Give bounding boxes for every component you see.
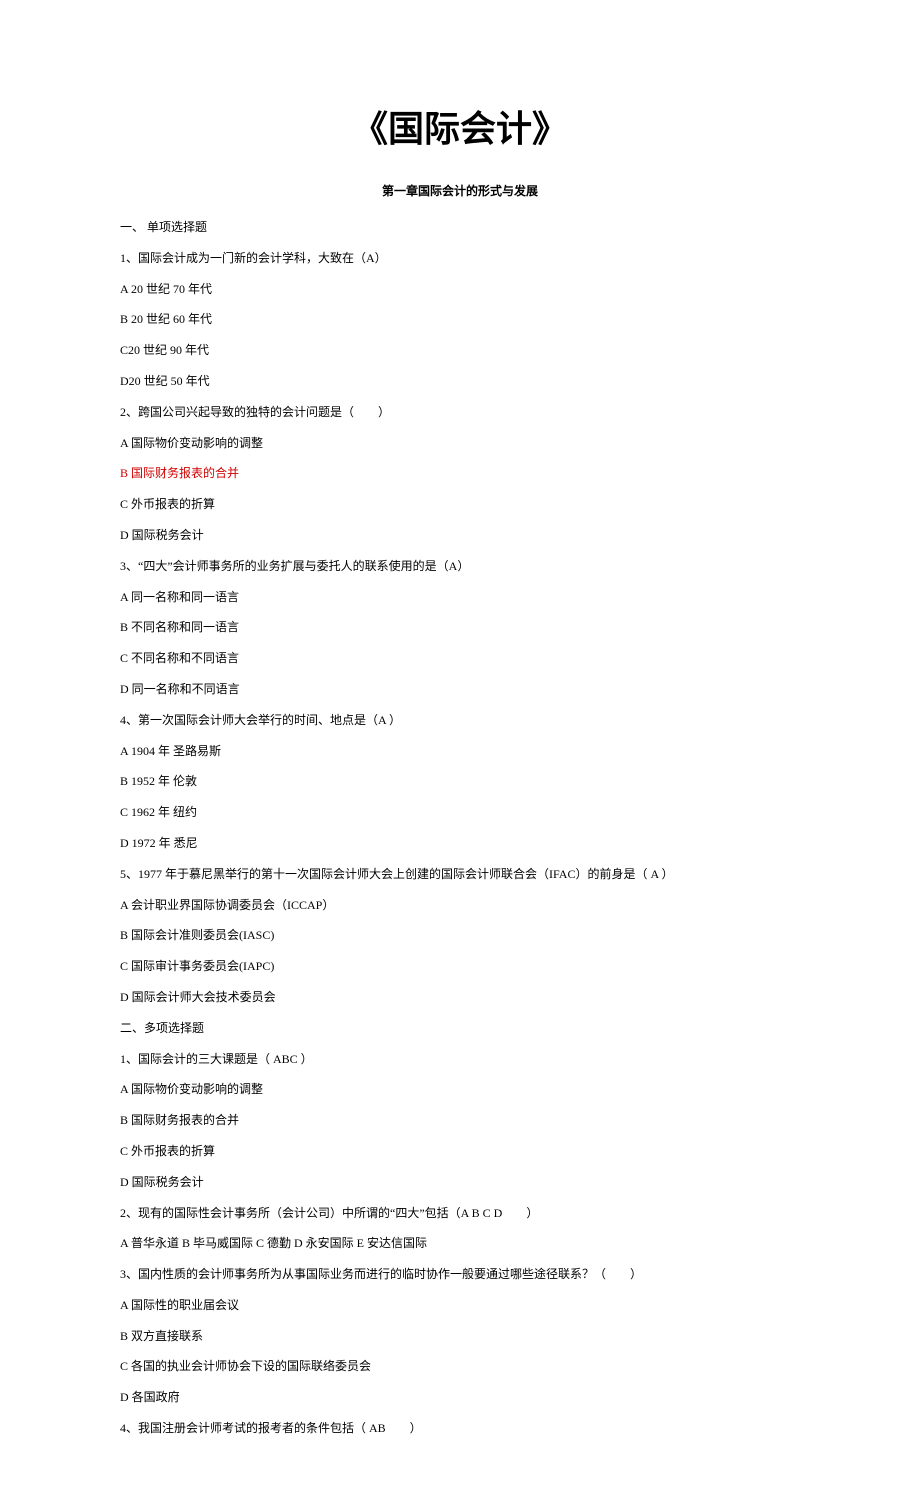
text-line: C 各国的执业会计师协会下设的国际联络委员会	[120, 1358, 800, 1375]
text-line: A 普华永道 B 毕马威国际 C 德勤 D 永安国际 E 安达信国际	[120, 1235, 800, 1252]
text-line: A 国际性的职业届会议	[120, 1297, 800, 1314]
text-line: 5、1977 年于慕尼黑举行的第十一次国际会计师大会上创建的国际会计师联合会（I…	[120, 866, 800, 883]
text-line: 2、现有的国际性会计事务所（会计公司）中所谓的“四大”包括（A B C D ）	[120, 1205, 800, 1222]
text-line: B 不同名称和同一语言	[120, 619, 800, 636]
text-line: A 国际物价变动影响的调整	[120, 1081, 800, 1098]
text-line: C 外币报表的折算	[120, 496, 800, 513]
text-line: C20 世纪 90 年代	[120, 342, 800, 359]
text-line: 4、第一次国际会计师大会举行的时间、地点是（A ）	[120, 712, 800, 729]
document-page: 《国际会计》 第一章国际会计的形式与发展 一、 单项选择题 1、国际会计成为一门新…	[0, 0, 920, 1511]
text-line: C 不同名称和不同语言	[120, 650, 800, 667]
text-line: 一、 单项选择题	[120, 219, 800, 236]
chapter-heading: 第一章国际会计的形式与发展	[120, 182, 800, 199]
text-line: 1、国际会计的三大课题是（ ABC ）	[120, 1051, 800, 1068]
text-line: A 同一名称和同一语言	[120, 589, 800, 606]
text-line: A 1904 年 圣路易斯	[120, 743, 800, 760]
text-line: C 国际审计事务委员会(IAPC)	[120, 958, 800, 975]
text-line: D 国际税务会计	[120, 527, 800, 544]
text-line: D 国际税务会计	[120, 1174, 800, 1191]
text-line: 3、国内性质的会计师事务所为从事国际业务而进行的临时协作一般要通过哪些途径联系？…	[120, 1266, 800, 1283]
text-line: 3、“四大”会计师事务所的业务扩展与委托人的联系使用的是（A）	[120, 558, 800, 575]
text-line: D 各国政府	[120, 1389, 800, 1406]
text-line: C 外币报表的折算	[120, 1143, 800, 1160]
document-title: 《国际会计》	[120, 100, 800, 152]
text-line: B 20 世纪 60 年代	[120, 311, 800, 328]
text-line: A 20 世纪 70 年代	[120, 281, 800, 298]
document-body: 一、 单项选择题 1、国际会计成为一门新的会计学科，大致在（A） A 20 世纪 7…	[120, 219, 800, 1437]
text-line: 2、跨国公司兴起导致的独特的会计问题是（ ）	[120, 404, 800, 421]
text-line: B 国际财务报表的合并	[120, 465, 800, 482]
text-line: C 1962 年 纽约	[120, 804, 800, 821]
text-line: B 国际会计准则委员会(IASC)	[120, 927, 800, 944]
text-line: D 国际会计师大会技术委员会	[120, 989, 800, 1006]
text-line: D 同一名称和不同语言	[120, 681, 800, 698]
text-line: B 双方直接联系	[120, 1328, 800, 1345]
text-line: B 国际财务报表的合并	[120, 1112, 800, 1129]
text-line: A 会计职业界国际协调委员会（ICCAP）	[120, 897, 800, 914]
text-line: D 1972 年 悉尼	[120, 835, 800, 852]
text-line: 1、国际会计成为一门新的会计学科，大致在（A）	[120, 250, 800, 267]
text-line: B 1952 年 伦敦	[120, 773, 800, 790]
text-line: D20 世纪 50 年代	[120, 373, 800, 390]
text-line: A 国际物价变动影响的调整	[120, 435, 800, 452]
text-line: 4、我国注册会计师考试的报考者的条件包括（ AB ）	[120, 1420, 800, 1437]
text-line: 二、多项选择题	[120, 1020, 800, 1037]
